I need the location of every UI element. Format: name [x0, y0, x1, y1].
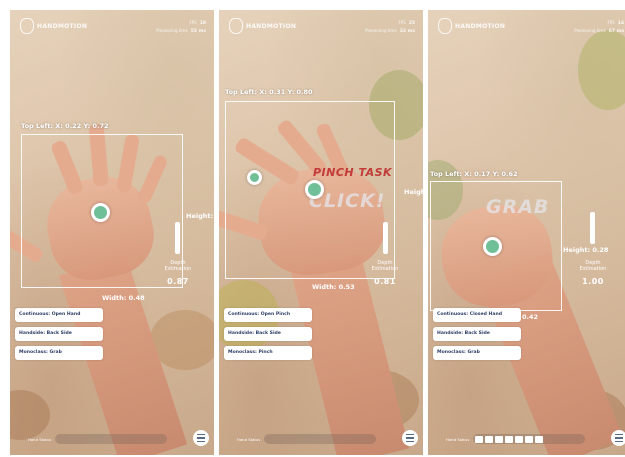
hand-status-segment — [515, 435, 524, 443]
depth-bar — [175, 222, 180, 254]
top-left-readout: Top Left: X: 0.22 Y: 0.72 — [21, 122, 109, 130]
processing-time-readout: Processing time 55 ms — [156, 28, 206, 34]
camera-view-2: HANDMOTION FPS 25 Processing time 32 ms To… — [219, 10, 423, 455]
hand-status-track — [55, 434, 168, 444]
hand-status-segment — [475, 435, 484, 443]
hand-logo-icon — [438, 18, 452, 34]
menu-button[interactable] — [402, 430, 418, 446]
height-readout: Height: 0.28 — [563, 246, 609, 254]
hand-logo-icon — [20, 18, 34, 34]
logo-text: HANDMOTION — [455, 22, 506, 30]
menu-icon — [615, 433, 623, 436]
continuous-gesture-chip: Continuous: Open Pinch — [224, 308, 312, 322]
hand-center-point — [483, 237, 502, 256]
app-logo: HANDMOTION — [20, 18, 87, 34]
logo-text: HANDMOTION — [246, 22, 297, 30]
app-logo: HANDMOTION — [438, 18, 505, 34]
hand-status-segment — [505, 435, 514, 443]
handside-chip: Handside: Back Side — [15, 327, 103, 341]
camera-view-1: HANDMOTION FPS 18 Processing time 55 ms To… — [10, 10, 214, 455]
monoclass-chip: Monoclass: Grab — [15, 346, 103, 360]
gesture-subtitle: PINCH TASK — [313, 166, 393, 179]
height-readout: Height: — [404, 188, 423, 196]
menu-button[interactable] — [193, 430, 209, 446]
hand-status-track — [264, 434, 377, 444]
hand-status-label: Hand Status — [28, 436, 52, 442]
depth-estimation-caption: Depth Estimation — [164, 260, 192, 272]
logo-text: HANDMOTION — [37, 22, 88, 30]
menu-icon — [197, 433, 205, 436]
depth-bar — [590, 212, 595, 244]
hand-status-segment — [525, 435, 534, 443]
fps-readout: FPS 14 — [607, 20, 624, 26]
index-tip-point — [305, 180, 324, 199]
hand-status-segment — [535, 435, 544, 443]
processing-time-readout: Processing time 32 ms — [365, 28, 415, 34]
depth-estimation-caption: Depth Estimation — [579, 260, 607, 272]
depth-value: 1.00 — [582, 277, 604, 286]
hand-status-track — [473, 434, 586, 444]
depth-value: 0.81 — [374, 277, 396, 286]
thumb-tip-point — [247, 170, 262, 185]
continuous-gesture-chip: Continuous: Open Hand — [15, 308, 103, 322]
fps-readout: FPS 18 — [189, 20, 206, 26]
width-readout: Width: 0.48 — [102, 294, 145, 302]
fps-readout: FPS 25 — [398, 20, 415, 26]
width-readout: 0.42 — [522, 313, 539, 321]
hand-center-point — [91, 203, 110, 222]
depth-estimation-caption: Depth Estimation — [371, 260, 399, 272]
depth-bar — [383, 222, 388, 254]
top-left-readout: Top Left: X: 0.31 Y: 0.80 — [225, 88, 313, 96]
app-logo: HANDMOTION — [229, 18, 296, 34]
menu-button[interactable] — [611, 430, 625, 446]
hand-logo-icon — [229, 18, 243, 34]
handside-chip: Handside: Back Side — [224, 327, 312, 341]
width-readout: Width: 0.53 — [312, 283, 355, 291]
handside-chip: Handside: Back Side — [433, 327, 521, 341]
gesture-label: GRAB — [486, 196, 550, 218]
monoclass-chip: Monoclass: Pinch — [224, 346, 312, 360]
height-readout: Height: — [186, 212, 214, 220]
hand-status-segment — [485, 435, 494, 443]
menu-icon — [406, 433, 414, 436]
continuous-gesture-chip: Continuous: Closed Hand — [433, 308, 521, 322]
hand-status-bar: Hand Status — [237, 434, 377, 444]
camera-view-3: HANDMOTION FPS 14 Processing time 67 ms To… — [428, 10, 625, 455]
hand-status-bar: Hand Status — [28, 434, 168, 444]
processing-time-readout: Processing time 67 ms — [574, 28, 624, 34]
hand-status-bar: Hand Status — [446, 434, 586, 444]
monoclass-chip: Monoclass: Grab — [433, 346, 521, 360]
top-left-readout: Top Left: X: 0.17 Y: 0.62 — [430, 170, 518, 178]
hand-status-label: Hand Status — [446, 436, 470, 442]
depth-value: 0.87 — [167, 277, 189, 286]
hand-status-label: Hand Status — [237, 436, 261, 442]
hand-status-segment — [495, 435, 504, 443]
